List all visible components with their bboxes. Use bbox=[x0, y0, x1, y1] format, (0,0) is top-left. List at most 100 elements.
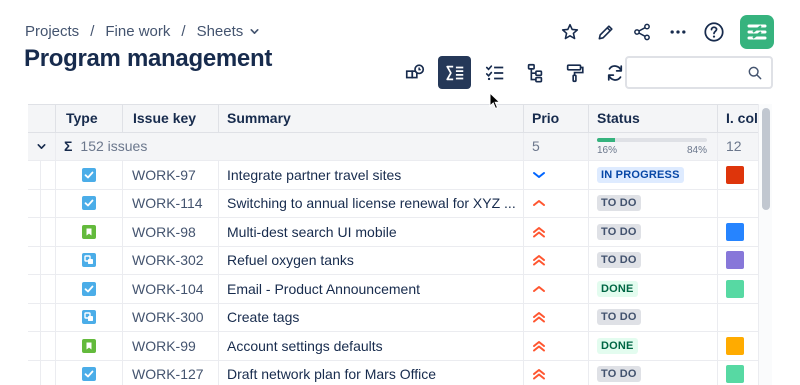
issue-key[interactable]: WORK-300 bbox=[132, 309, 204, 325]
priority-cell[interactable] bbox=[524, 246, 589, 274]
status-cell[interactable]: DONE bbox=[589, 275, 718, 303]
row-indent-cell bbox=[28, 189, 56, 217]
priority-cell[interactable] bbox=[524, 275, 589, 303]
row-indent-cell bbox=[28, 246, 56, 274]
row-indent-cell bbox=[28, 161, 56, 189]
color-swatch bbox=[726, 222, 744, 241]
summary-cell[interactable]: Integrate partner travel sites bbox=[219, 161, 524, 189]
app-logo-icon[interactable] bbox=[740, 15, 774, 49]
hierarchy-icon[interactable] bbox=[518, 56, 551, 89]
issue-key[interactable]: WORK-114 bbox=[132, 195, 203, 211]
priority-cell[interactable] bbox=[524, 218, 589, 246]
timeline-view-icon[interactable] bbox=[398, 56, 431, 89]
status-cell[interactable]: IN PROGRESS bbox=[589, 161, 718, 189]
status-cell[interactable]: TO DO bbox=[589, 303, 718, 331]
status-cell[interactable]: TO DO bbox=[589, 218, 718, 246]
priority-high-icon bbox=[532, 311, 546, 323]
more-icon[interactable] bbox=[666, 20, 690, 44]
table-row[interactable]: WORK-300 Create tags TO DO bbox=[28, 303, 772, 332]
table-row[interactable]: WORK-99 Account settings defaults DONE bbox=[28, 332, 772, 361]
type-cell[interactable] bbox=[56, 161, 123, 189]
priority-cell[interactable] bbox=[524, 303, 589, 331]
search-input[interactable] bbox=[627, 58, 737, 87]
summary-cell[interactable]: Create tags bbox=[219, 303, 524, 331]
issue-key-cell[interactable]: WORK-114 bbox=[123, 189, 219, 217]
breadcrumb-fine-work[interactable]: Fine work bbox=[105, 23, 170, 40]
issue-key-cell[interactable]: WORK-98 bbox=[123, 218, 219, 246]
paint-roller-icon[interactable] bbox=[558, 56, 591, 89]
summary-cell[interactable]: Switching to annual license renewal for … bbox=[219, 189, 524, 217]
type-cell[interactable] bbox=[56, 275, 123, 303]
column-header-prio[interactable]: Prio bbox=[524, 105, 589, 132]
priority-cell[interactable] bbox=[524, 360, 589, 385]
status-cell[interactable]: TO DO bbox=[589, 360, 718, 385]
type-cell[interactable] bbox=[56, 189, 123, 217]
search-box bbox=[625, 56, 773, 89]
table-row[interactable]: WORK-97 Integrate partner travel sites IN … bbox=[28, 161, 772, 190]
issue-key-cell[interactable]: WORK-302 bbox=[123, 246, 219, 274]
column-header-summary[interactable]: Summary bbox=[219, 105, 524, 132]
issue-summary: Account settings defaults bbox=[227, 337, 383, 354]
issue-key[interactable]: WORK-127 bbox=[132, 366, 204, 382]
search-icon[interactable] bbox=[747, 65, 763, 86]
subtask-type-icon bbox=[82, 310, 96, 325]
issue-key[interactable]: WORK-97 bbox=[132, 167, 196, 183]
scrollbar-thumb[interactable] bbox=[762, 108, 770, 210]
issue-key-cell[interactable]: WORK-127 bbox=[123, 360, 219, 385]
summary-cell[interactable]: Refuel oxygen tanks bbox=[219, 246, 524, 274]
header-actions bbox=[546, 15, 774, 49]
breadcrumb-sheets[interactable]: Sheets bbox=[197, 23, 244, 40]
subtask-type-icon bbox=[82, 253, 96, 268]
color-swatch bbox=[726, 365, 744, 384]
issue-count-label: 152 issues bbox=[80, 138, 148, 155]
summary-cell[interactable]: Multi-dest search UI mobile bbox=[219, 218, 524, 246]
status-progress: 16% 84% bbox=[589, 132, 718, 160]
issue-key[interactable]: WORK-98 bbox=[132, 224, 196, 240]
type-cell[interactable] bbox=[56, 303, 123, 331]
column-header-type[interactable]: Type bbox=[56, 105, 123, 132]
priority-high-icon bbox=[532, 340, 546, 352]
collapse-icon[interactable] bbox=[28, 132, 56, 160]
priority-cell[interactable] bbox=[524, 332, 589, 360]
priority-cell[interactable] bbox=[524, 161, 589, 189]
status-badge: TO DO bbox=[597, 309, 641, 326]
issue-key[interactable]: WORK-104 bbox=[132, 281, 204, 297]
vertical-scrollbar[interactable] bbox=[758, 104, 772, 385]
issue-key[interactable]: WORK-302 bbox=[132, 252, 204, 268]
prio-sum: 5 bbox=[524, 132, 589, 160]
issue-key-cell[interactable]: WORK-97 bbox=[123, 161, 219, 189]
status-badge: TO DO bbox=[597, 223, 641, 240]
type-cell[interactable] bbox=[56, 332, 123, 360]
summary-cell[interactable]: Email - Product Announcement bbox=[219, 275, 524, 303]
table-row[interactable]: WORK-302 Refuel oxygen tanks TO DO bbox=[28, 246, 772, 275]
sum-toggle-icon[interactable] bbox=[438, 56, 471, 89]
priority-high-icon bbox=[532, 368, 546, 380]
type-cell[interactable] bbox=[56, 218, 123, 246]
checklist-icon[interactable] bbox=[478, 56, 511, 89]
summary-cell[interactable]: Account settings defaults bbox=[219, 332, 524, 360]
issue-key-cell[interactable]: WORK-99 bbox=[123, 332, 219, 360]
table-row[interactable]: WORK-98 Multi-dest search UI mobile TO DO bbox=[28, 218, 772, 247]
summary-cell[interactable]: Draft network plan for Mars Office bbox=[219, 360, 524, 385]
chevron-down-icon[interactable] bbox=[249, 26, 260, 37]
priority-cell[interactable] bbox=[524, 189, 589, 217]
help-icon[interactable] bbox=[702, 20, 726, 44]
column-header-status[interactable]: Status bbox=[589, 105, 718, 132]
issue-key[interactable]: WORK-99 bbox=[132, 338, 196, 354]
issue-key-cell[interactable]: WORK-300 bbox=[123, 303, 219, 331]
edit-pencil-icon[interactable] bbox=[594, 20, 618, 44]
status-cell[interactable]: TO DO bbox=[589, 189, 718, 217]
share-icon[interactable] bbox=[630, 20, 654, 44]
status-cell[interactable]: DONE bbox=[589, 332, 718, 360]
table-row[interactable]: WORK-104 Email - Product Announcement DONE bbox=[28, 275, 772, 304]
star-icon[interactable] bbox=[558, 20, 582, 44]
type-cell[interactable] bbox=[56, 360, 123, 385]
column-header-issue-key[interactable]: Issue key bbox=[123, 105, 219, 132]
table-row[interactable]: WORK-114 Switching to annual license rene… bbox=[28, 189, 772, 218]
issue-key-cell[interactable]: WORK-104 bbox=[123, 275, 219, 303]
row-indent-cell bbox=[28, 303, 56, 331]
breadcrumb-projects[interactable]: Projects bbox=[25, 23, 79, 40]
type-cell[interactable] bbox=[56, 246, 123, 274]
table-row[interactable]: WORK-127 Draft network plan for Mars Offi… bbox=[28, 360, 772, 385]
status-cell[interactable]: TO DO bbox=[589, 246, 718, 274]
